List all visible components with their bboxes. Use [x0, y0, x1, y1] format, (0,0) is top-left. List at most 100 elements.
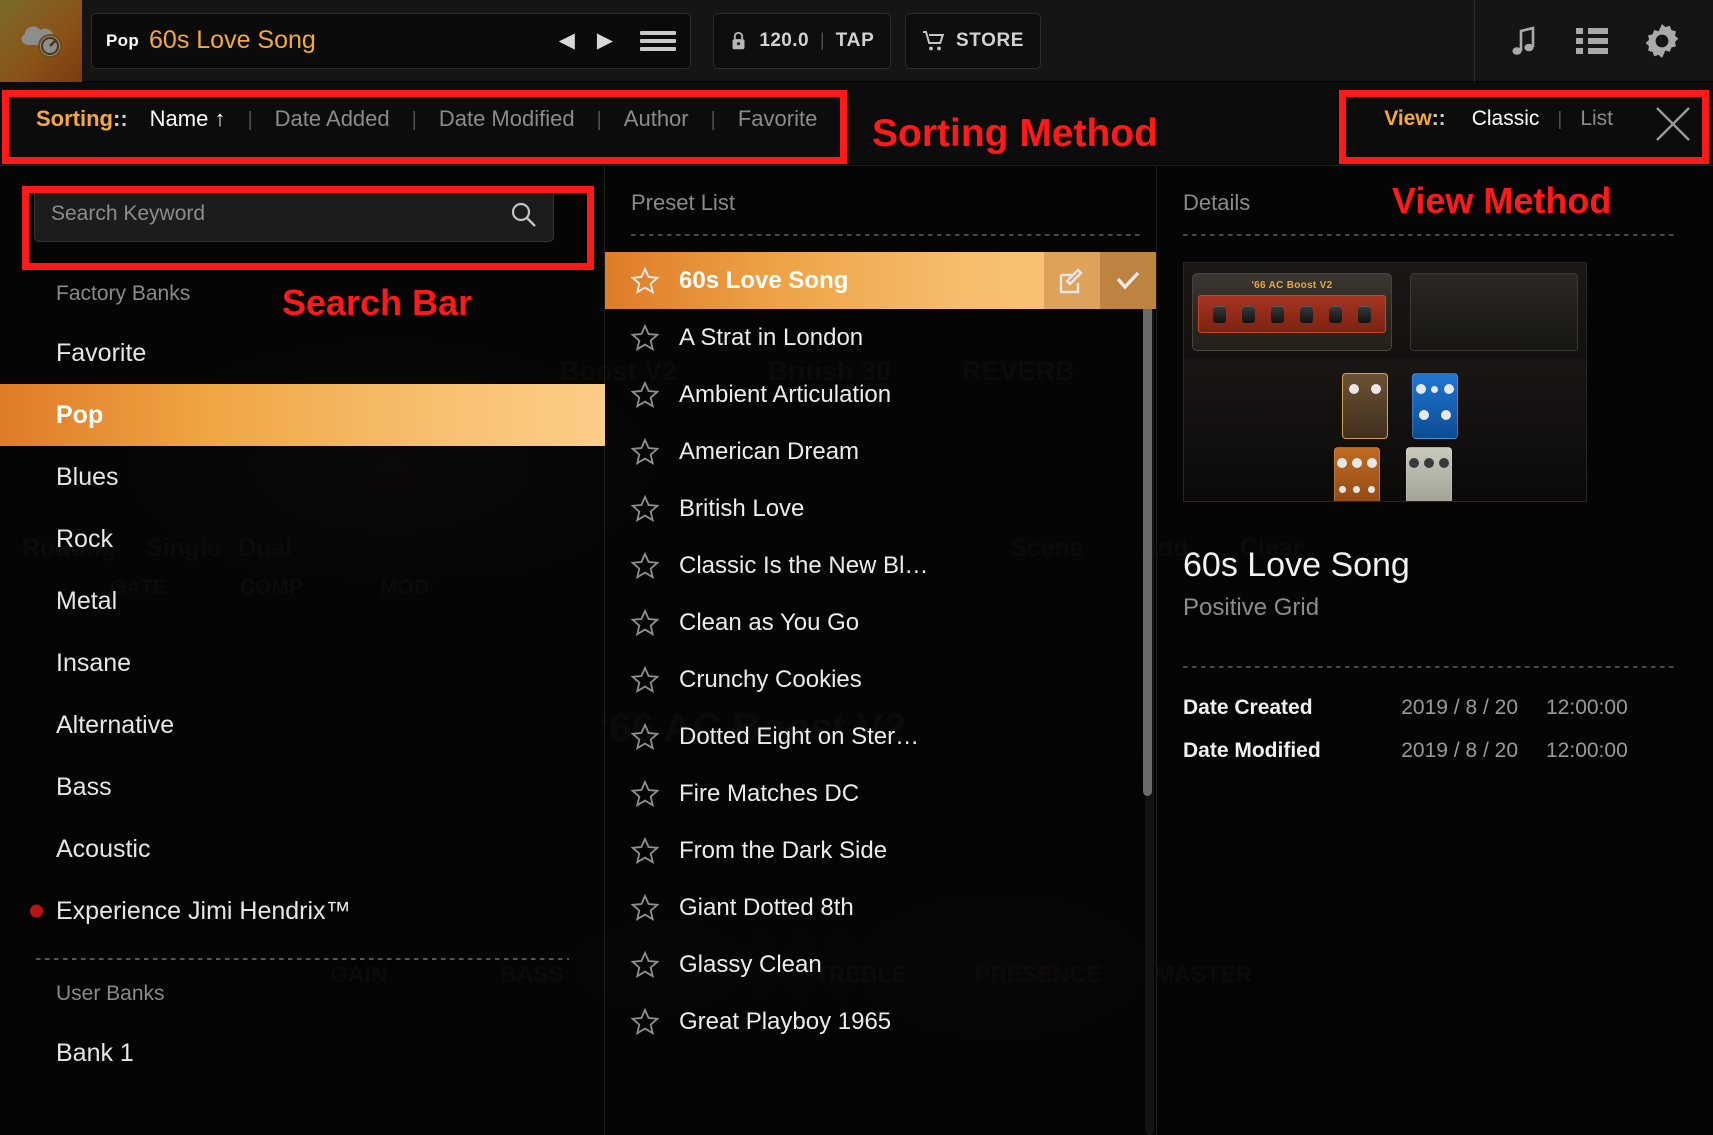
- star-outline-icon[interactable]: [631, 438, 659, 465]
- preset-row[interactable]: Ambient Articulation: [605, 366, 1156, 423]
- bank-item-jimi-hendrix[interactable]: Experience Jimi Hendrix™: [0, 880, 605, 942]
- bank-item-label: Rock: [56, 524, 113, 553]
- tap-tempo-button[interactable]: TAP: [836, 30, 875, 52]
- star-outline-icon[interactable]: [631, 495, 659, 522]
- star-outline-icon[interactable]: [631, 324, 659, 351]
- star-outline-icon[interactable]: [631, 381, 659, 408]
- star-outline-icon[interactable]: [631, 951, 659, 978]
- preset-row[interactable]: Classic Is the New Bl…: [605, 537, 1156, 594]
- amp-knob-icon: [1242, 305, 1255, 323]
- close-browser-button[interactable]: [1645, 96, 1701, 152]
- preset-row[interactable]: A Strat in London: [605, 309, 1156, 366]
- view-controls: View:: Classic | List: [1384, 107, 1631, 131]
- details-key: Date Created: [1183, 696, 1313, 719]
- star-outline-icon[interactable]: [631, 894, 659, 921]
- bank-item-label: Favorite: [56, 338, 147, 367]
- bank-item-insane[interactable]: Insane: [0, 632, 605, 694]
- bank-item-favorite[interactable]: Favorite: [0, 322, 605, 384]
- preset-row-actions: [1044, 252, 1156, 309]
- amp-knob-icon: [1358, 305, 1371, 323]
- amp-cabinet-graphic: [1410, 273, 1578, 351]
- amp-head-graphic: '66 AC Boost V2: [1192, 273, 1392, 351]
- view-option-classic[interactable]: Classic: [1454, 107, 1558, 131]
- bank-item-label: Metal: [56, 586, 118, 615]
- star-outline-icon[interactable]: [631, 723, 659, 750]
- next-preset-button[interactable]: ▶: [586, 30, 624, 51]
- list-view-icon[interactable]: [1575, 26, 1609, 56]
- confirm-preset-button[interactable]: [1100, 252, 1156, 309]
- preset-row[interactable]: Glassy Clean: [605, 936, 1156, 993]
- bank-item-pop[interactable]: Pop: [0, 384, 605, 446]
- star-outline-icon[interactable]: [631, 780, 659, 807]
- view-option-list[interactable]: List: [1562, 107, 1631, 131]
- bank-item-bass[interactable]: Bass: [0, 756, 605, 818]
- sort-option-date-modified[interactable]: Date Modified: [417, 106, 597, 132]
- search-icon[interactable]: [509, 200, 537, 228]
- star-outline-icon[interactable]: [631, 267, 659, 294]
- preset-row[interactable]: American Dream: [605, 423, 1156, 480]
- preset-row[interactable]: Great Playboy 1965: [605, 993, 1156, 1050]
- details-author: Positive Grid: [1183, 594, 1320, 621]
- preset-row-label: Giant Dotted 8th: [679, 893, 854, 921]
- amp-knob-icon: [1329, 305, 1342, 323]
- bank-item-rock[interactable]: Rock: [0, 508, 605, 570]
- bank-item-label: Pop: [56, 400, 104, 429]
- search-box[interactable]: [34, 186, 554, 242]
- details-preset-title: 60s Love Song: [1183, 546, 1410, 584]
- preset-row[interactable]: Fire Matches DC: [605, 765, 1156, 822]
- preset-row[interactable]: From the Dark Side: [605, 822, 1156, 879]
- star-outline-icon[interactable]: [631, 1008, 659, 1035]
- search-input[interactable]: [51, 202, 501, 226]
- bank-item-label: Acoustic: [56, 834, 151, 863]
- preset-row-label: Classic Is the New Bl…: [679, 551, 929, 579]
- star-outline-icon[interactable]: [631, 837, 659, 864]
- bank-item-label: Insane: [56, 648, 132, 677]
- prev-preset-button[interactable]: ◀: [548, 30, 586, 51]
- sort-option-name[interactable]: Name ↑: [128, 106, 248, 132]
- tempo-control[interactable]: 120.0 | TAP: [713, 12, 891, 69]
- preset-row[interactable]: Dotted Eight on Ster…: [605, 708, 1156, 765]
- app-logo[interactable]: [0, 0, 82, 82]
- bank-item-blues[interactable]: Blues: [0, 446, 605, 508]
- star-outline-icon[interactable]: [631, 666, 659, 693]
- new-content-dot-icon: [30, 904, 43, 918]
- details-title: Details: [1183, 190, 1251, 215]
- store-button[interactable]: STORE: [905, 12, 1041, 69]
- amp-knob-icon: [1271, 305, 1284, 323]
- top-toolbar: Pop 60s Love Song ◀ ▶ 120.0 | TAP STORE: [0, 0, 1713, 82]
- preset-row-label: 60s Love Song: [679, 266, 849, 294]
- banks-panel: Factory Banks Favorite Pop Blues Rock Me…: [0, 166, 605, 1135]
- sort-option-favorite[interactable]: Favorite: [716, 106, 839, 132]
- rig-thumbnail[interactable]: '66 AC Boost V2: [1183, 262, 1587, 502]
- preset-list-panel: Preset List 60s Love Song A Strat in Lon…: [605, 166, 1157, 1135]
- preset-row[interactable]: Clean as You Go: [605, 594, 1156, 651]
- music-note-icon[interactable]: [1505, 23, 1541, 59]
- preset-browser-window: Pop 60s Love Song ◀ ▶ 120.0 | TAP STORE …: [0, 0, 1713, 1135]
- preset-row-label: American Dream: [679, 437, 860, 465]
- preset-navigator[interactable]: Pop 60s Love Song ◀ ▶: [91, 12, 691, 69]
- preset-row-label: From the Dark Side: [679, 836, 888, 864]
- details-time-value: 12:00:00: [1546, 696, 1628, 719]
- sort-option-date-added[interactable]: Date Added: [253, 106, 412, 132]
- bank-item-acoustic[interactable]: Acoustic: [0, 818, 605, 880]
- search-bar: [34, 186, 554, 242]
- star-outline-icon[interactable]: [631, 552, 659, 579]
- pedal-utility-graphic: [1406, 447, 1452, 501]
- preset-row[interactable]: British Love: [605, 480, 1156, 537]
- edit-preset-button[interactable]: [1044, 252, 1100, 309]
- preset-row[interactable]: Crunchy Cookies: [605, 651, 1156, 708]
- bank-item-bank-1[interactable]: Bank 1: [0, 1022, 605, 1084]
- preset-row-label: A Strat in London: [679, 323, 864, 351]
- preset-row-label: Fire Matches DC: [679, 779, 860, 807]
- preset-row-selected[interactable]: 60s Love Song: [605, 252, 1156, 309]
- bank-item-metal[interactable]: Metal: [0, 570, 605, 632]
- details-panel: Details '66 AC Boost V2 60s Love Song Po…: [1157, 166, 1713, 1135]
- details-meta-divider: [1183, 666, 1677, 668]
- preset-menu-button[interactable]: [640, 28, 676, 54]
- close-x-icon: [1656, 107, 1690, 141]
- sort-option-author[interactable]: Author: [602, 106, 711, 132]
- preset-row[interactable]: Giant Dotted 8th: [605, 879, 1156, 936]
- bank-item-alternative[interactable]: Alternative: [0, 694, 605, 756]
- star-outline-icon[interactable]: [631, 609, 659, 636]
- gear-icon[interactable]: [1643, 22, 1681, 60]
